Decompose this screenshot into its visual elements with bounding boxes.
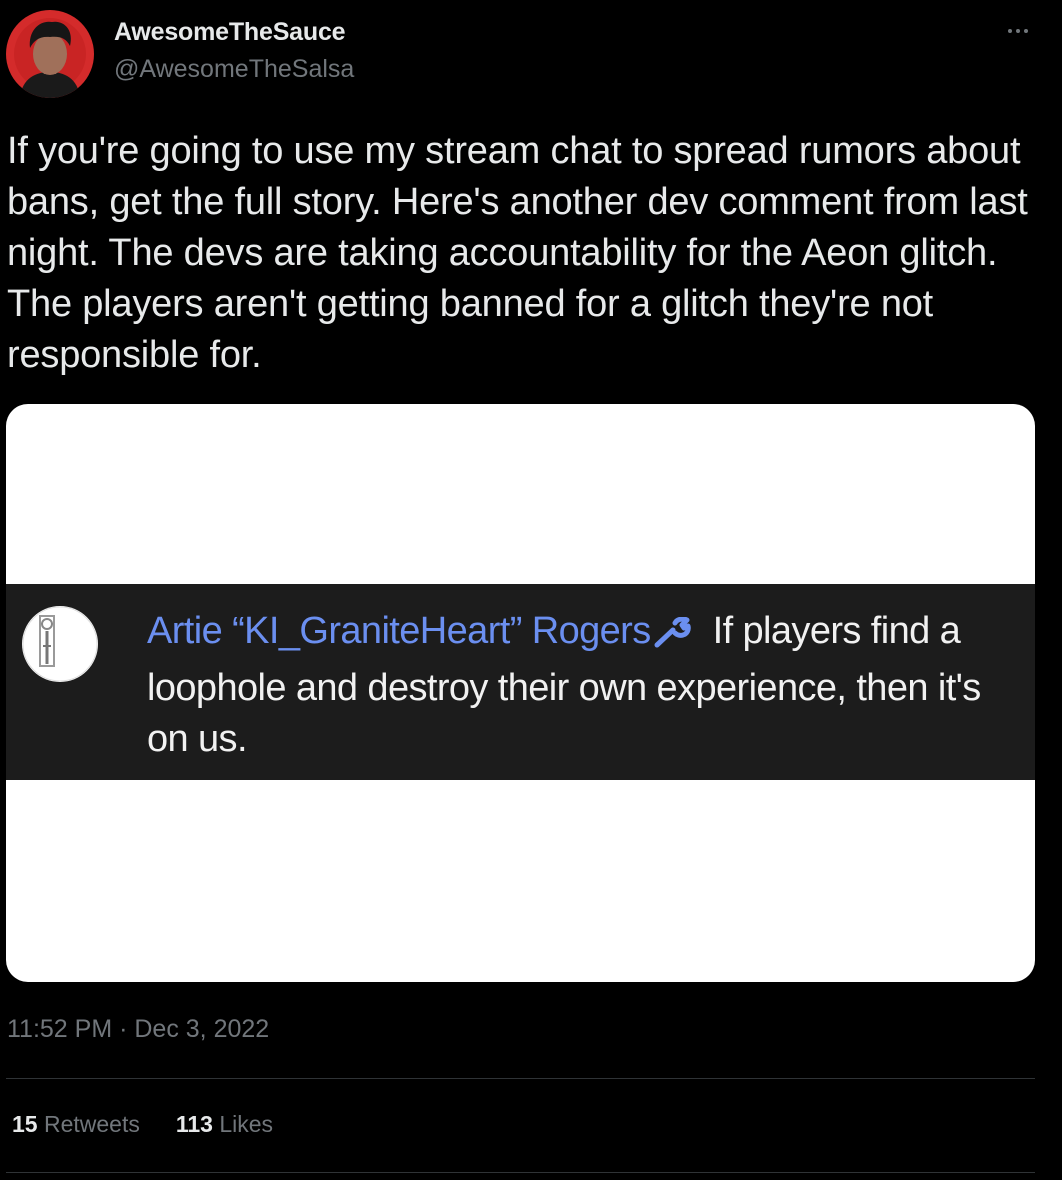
retweets-stat[interactable]: 15 Retweets: [12, 1111, 140, 1138]
tweet-text: If you're going to use my stream chat to…: [7, 130, 1028, 376]
divider: [6, 1172, 1035, 1173]
author-display-name[interactable]: AwesomeTheSauce: [114, 18, 346, 47]
avatar[interactable]: [6, 10, 94, 98]
dev-comment: Artie “KI_GraniteHeart” Rogers If players…: [6, 584, 1035, 780]
profile-avatar-icon: [6, 10, 94, 98]
dev-comment-text: Artie “KI_GraniteHeart” Rogers If players…: [147, 606, 1007, 765]
wrench-icon: [653, 612, 693, 663]
engagement-stats: 15 Retweets 113 Likes: [12, 1111, 273, 1138]
divider: [6, 1078, 1035, 1079]
comment-author-name: Artie “KI_GraniteHeart” Rogers: [147, 610, 651, 652]
author-handle[interactable]: @AwesomeTheSalsa: [114, 55, 354, 84]
likes-stat[interactable]: 113 Likes: [176, 1111, 273, 1138]
likes-count: 113: [175, 1111, 213, 1137]
tweet-media-image[interactable]: Artie “KI_GraniteHeart” Rogers If players…: [6, 404, 1035, 982]
likes-label: Likes: [219, 1111, 274, 1137]
more-options-icon[interactable]: [1000, 16, 1036, 46]
retweets-count: 15: [12, 1111, 38, 1137]
commenter-avatar: [22, 606, 98, 682]
retweets-label: Retweets: [43, 1111, 140, 1137]
tweet-timestamp[interactable]: 11:52 PM · Dec 3, 2022: [7, 1015, 269, 1044]
